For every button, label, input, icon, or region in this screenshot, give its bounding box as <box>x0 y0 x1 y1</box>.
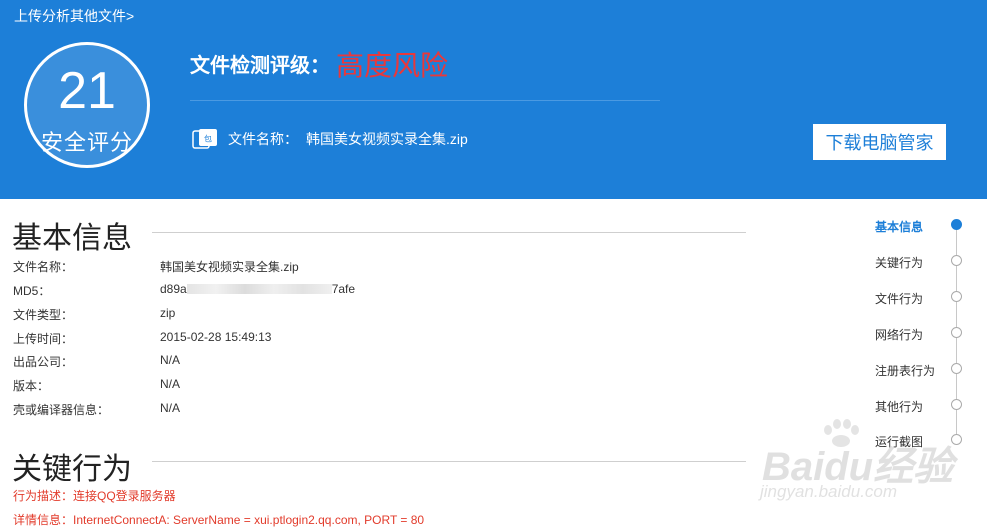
info-key-version: 版本： <box>13 379 50 393</box>
banner-divider <box>190 100 660 101</box>
side-nav-dot-key-behavior[interactable] <box>951 255 962 266</box>
behavior-detail: 详情信息：InternetConnectA: ServerName = xui.… <box>13 513 425 527</box>
side-nav-basic-info[interactable]: 基本信息 <box>875 218 923 235</box>
header-banner: 上传分析其他文件> 21 安全评分 文件检测评级： 高度风险 包 文件名称： 韩国… <box>0 0 987 199</box>
info-value-file-type: zip <box>160 306 176 320</box>
info-key-file-name: 文件名称： <box>13 260 74 274</box>
download-pc-manager-button[interactable]: 下载电脑管家 <box>813 124 946 160</box>
upload-other-file-link[interactable]: 上传分析其他文件> <box>14 6 134 26</box>
key-behavior-divider <box>152 461 746 462</box>
info-key-md5: MD5： <box>13 284 51 298</box>
rating-label: 文件检测评级： <box>190 55 330 77</box>
behavior-description: 行为描述：连接QQ登录服务器 <box>13 489 176 503</box>
info-value-packer: N/A <box>160 401 181 415</box>
security-score-circle: 21 安全评分 <box>24 42 150 168</box>
info-value-upload-time: 2015-02-28 15:49:13 <box>160 330 272 344</box>
side-nav-key-behavior[interactable]: 关键行为 <box>875 254 923 271</box>
rating-value: 高度风险 <box>336 50 449 81</box>
side-nav-dot-registry-behavior[interactable] <box>951 363 962 374</box>
info-value-version: N/A <box>160 377 181 391</box>
info-value-file-name: 韩国美女视频实录全集.zip <box>160 260 299 274</box>
detection-rating: 文件检测评级： 高度风险 <box>190 44 448 84</box>
md5-suffix: 7afe <box>331 282 356 296</box>
side-nav-registry-behavior[interactable]: 注册表行为 <box>875 362 935 379</box>
baidu-jingyan-watermark: Baidu经验 jingyan.baidu.com <box>756 414 976 514</box>
side-nav-dot-basic-info[interactable] <box>951 219 962 230</box>
md5-redacted-blur <box>186 284 332 294</box>
info-key-packer: 壳或编译器信息： <box>13 403 110 417</box>
info-value-md5: d89a 7afe <box>160 282 355 296</box>
basic-info-title: 基本信息 <box>12 222 132 255</box>
side-nav-dot-other-behavior[interactable] <box>951 399 962 410</box>
security-score-label: 安全评分 <box>40 130 133 155</box>
info-key-file-type: 文件类型： <box>13 308 74 322</box>
md5-prefix: d89a <box>160 282 187 296</box>
file-name-row: 包 文件名称： 韩国美女视频实录全集.zip <box>192 126 468 152</box>
info-key-company: 出品公司： <box>13 355 74 369</box>
side-nav-file-behavior[interactable]: 文件行为 <box>875 290 923 307</box>
side-nav-other-behavior[interactable]: 其他行为 <box>875 398 923 415</box>
side-nav-dot-file-behavior[interactable] <box>951 291 962 302</box>
file-name-value: 韩国美女视频实录全集.zip <box>306 131 468 147</box>
side-nav-network-behavior[interactable]: 网络行为 <box>875 326 923 343</box>
zip-file-icon: 包 <box>192 128 218 150</box>
svg-text:包: 包 <box>204 134 212 144</box>
key-behavior-title: 关键行为 <box>12 453 132 486</box>
info-value-company: N/A <box>160 353 181 367</box>
security-score-value: 21 <box>58 62 116 120</box>
watermark-url: jingyan.baidu.com <box>760 482 898 501</box>
info-key-upload-time: 上传时间： <box>13 332 74 346</box>
basic-info-divider <box>152 232 746 233</box>
side-nav-dot-network-behavior[interactable] <box>951 327 962 338</box>
file-name-label: 文件名称： <box>228 131 298 147</box>
